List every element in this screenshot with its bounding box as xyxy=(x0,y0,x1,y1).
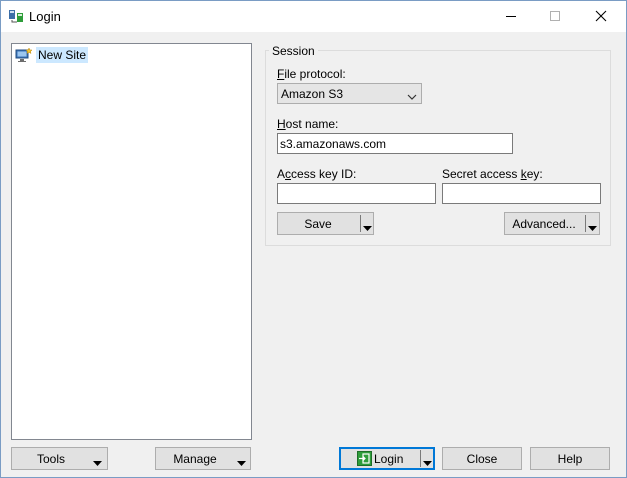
tree-item-new-site[interactable]: New Site xyxy=(15,46,91,63)
split-separator xyxy=(585,215,586,232)
site-tree[interactable]: New Site xyxy=(11,43,252,440)
login-button-label: Login xyxy=(374,452,404,466)
session-group-title: Session xyxy=(269,44,318,58)
advanced-button[interactable]: Advanced... xyxy=(504,212,600,235)
file-protocol-label: File protocol: xyxy=(277,67,346,81)
manage-dropdown-arrow-icon xyxy=(237,456,246,470)
file-protocol-select[interactable]: Amazon S3 xyxy=(277,83,422,104)
tools-button-label: Tools xyxy=(36,452,65,466)
split-separator xyxy=(420,450,421,467)
chevron-down-icon xyxy=(407,90,417,104)
secret-key-label: Secret access key: xyxy=(442,167,543,181)
advanced-button-label: Advanced... xyxy=(512,217,576,231)
host-name-field[interactable] xyxy=(277,133,513,154)
close-button-label: Close xyxy=(466,452,498,466)
close-icon xyxy=(595,10,607,22)
split-separator xyxy=(360,215,361,232)
login-button[interactable]: Login xyxy=(339,447,435,470)
tree-item-label: New Site xyxy=(36,46,89,63)
file-protocol-value: Amazon S3 xyxy=(281,87,344,101)
login-dropdown-arrow-icon[interactable] xyxy=(423,456,432,470)
access-key-label: Access key ID: xyxy=(277,167,357,181)
save-button-label: Save xyxy=(304,217,332,231)
save-button[interactable]: Save xyxy=(277,212,374,235)
title-bar[interactable]: Login xyxy=(1,1,626,32)
host-name-label: Host name: xyxy=(277,117,339,131)
login-icon xyxy=(357,451,372,469)
maximize-button[interactable] xyxy=(532,1,578,31)
help-button[interactable]: Help xyxy=(530,447,610,470)
maximize-icon xyxy=(550,11,560,21)
new-site-icon xyxy=(15,46,33,63)
advanced-dropdown-arrow-icon[interactable] xyxy=(588,221,597,235)
minimize-icon xyxy=(506,16,516,17)
tools-button[interactable]: Tools xyxy=(11,447,108,470)
close-button[interactable]: Close xyxy=(442,447,522,470)
close-window-button[interactable] xyxy=(578,1,624,31)
secret-key-field[interactable] xyxy=(442,183,601,204)
window-title: Login xyxy=(29,9,61,24)
minimize-button[interactable] xyxy=(488,1,534,31)
tools-dropdown-arrow-icon xyxy=(93,456,102,470)
save-dropdown-arrow-icon[interactable] xyxy=(363,221,372,235)
manage-button-label: Manage xyxy=(173,452,217,466)
winscp-app-icon xyxy=(8,8,24,24)
help-button-label: Help xyxy=(557,452,583,466)
manage-button[interactable]: Manage xyxy=(155,447,251,470)
login-dialog: Login New Site Session File protocol: Am… xyxy=(0,0,627,478)
access-key-field[interactable] xyxy=(277,183,436,204)
